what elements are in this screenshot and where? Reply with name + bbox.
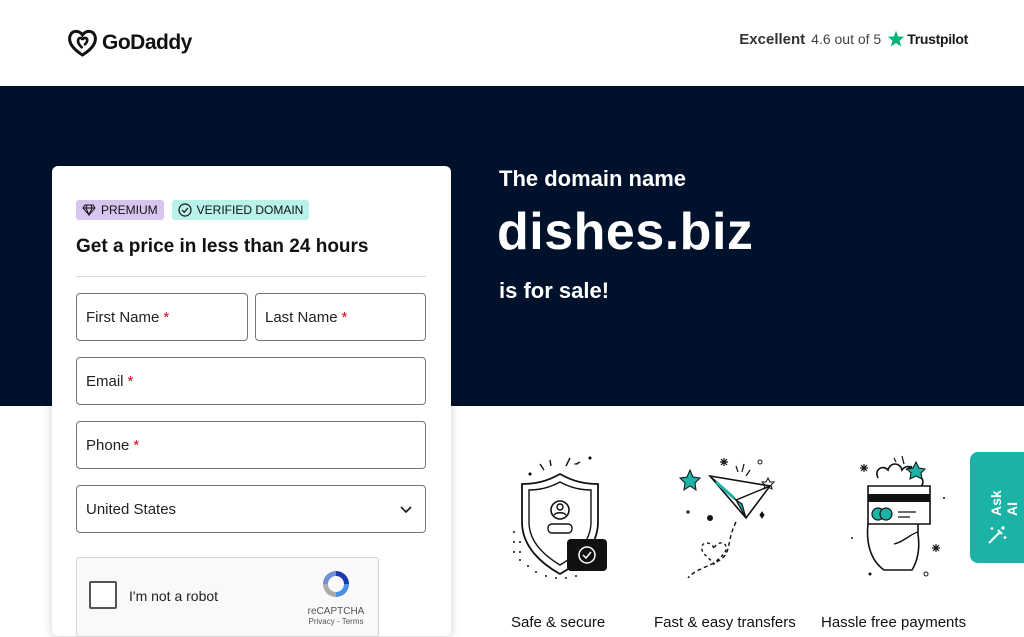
ask-ai-label: Ask AI — [988, 490, 1020, 516]
hero-pretext: The domain name — [499, 166, 687, 191]
form-title: Get a price in less than 24 hours — [76, 236, 369, 257]
last-name-label: Last Name — [265, 308, 338, 326]
trustpilot-rating[interactable]: Excellent 4.6 out of 5 Trustpilot — [739, 30, 968, 48]
first-name-field[interactable]: First Name * — [76, 293, 248, 341]
required-mark: * — [163, 308, 170, 326]
logo-text: GoDaddy — [102, 30, 192, 54]
card-in-hand-icon — [851, 455, 945, 577]
recaptcha-brand: reCAPTCHA — [307, 606, 365, 617]
recaptcha-label: I'm not a robot — [129, 588, 219, 604]
recaptcha-logo: reCAPTCHA Privacy - Terms — [306, 568, 366, 626]
feature-label-transfers: Fast & easy transfers — [654, 614, 796, 631]
site-header: GoDaddy Excellent 4.6 out of 5 Trustpilo… — [0, 0, 1024, 86]
godaddy-logo[interactable]: GoDaddy — [67, 28, 192, 57]
recaptcha-checkbox[interactable] — [89, 581, 117, 609]
country-value: United States — [86, 500, 177, 518]
shield-lock-icon — [513, 456, 607, 579]
hero-posttext: is for sale! — [499, 278, 610, 303]
check-circle-icon — [178, 203, 192, 217]
diamond-icon — [82, 204, 96, 216]
trust-score: 4.6 out of 5 — [811, 31, 882, 47]
required-mark: * — [341, 308, 348, 326]
last-name-field[interactable]: Last Name * — [255, 293, 426, 341]
feature-label-safe: Safe & secure — [511, 614, 606, 631]
required-mark: * — [133, 436, 140, 454]
phone-field[interactable]: Phone * — [76, 421, 426, 469]
premium-badge: PREMIUM — [76, 200, 164, 220]
price-request-form: PREMIUM VERIFIED DOMAIN Get a price in l… — [52, 166, 451, 637]
required-mark: * — [127, 372, 134, 390]
premium-badge-label: PREMIUM — [101, 203, 158, 217]
paper-plane-icon — [678, 458, 776, 579]
email-field[interactable]: Email * — [76, 357, 426, 405]
chevron-down-icon — [400, 506, 412, 514]
trustpilot-brand: Trustpilot — [887, 30, 968, 48]
feature-label-payments: Hassle free payments — [821, 614, 967, 631]
form-divider — [76, 276, 426, 277]
first-name-label: First Name — [86, 308, 160, 326]
hero-domain-name: dishes.biz — [497, 203, 754, 261]
ask-ai-button[interactable]: Ask AI — [970, 452, 1024, 563]
trustpilot-brand-label: Trustpilot — [907, 31, 968, 47]
phone-label: Phone — [86, 436, 130, 454]
trust-rating-word: Excellent — [739, 30, 806, 48]
magic-wand-icon — [988, 526, 1007, 544]
recaptcha-icon — [323, 571, 349, 597]
verified-badge: VERIFIED DOMAIN — [171, 200, 310, 220]
trustpilot-star-icon — [887, 30, 905, 47]
verified-badge-label: VERIFIED DOMAIN — [196, 203, 304, 217]
country-select[interactable]: United States — [76, 485, 426, 533]
godaddy-heart-icon — [68, 29, 97, 57]
recaptcha-widget: I'm not a robot reCAPTCHA Privacy - Term… — [76, 557, 379, 637]
domain-badges: PREMIUM VERIFIED DOMAIN — [76, 200, 310, 220]
recaptcha-links[interactable]: Privacy - Terms — [306, 617, 366, 626]
email-label: Email — [86, 372, 124, 390]
